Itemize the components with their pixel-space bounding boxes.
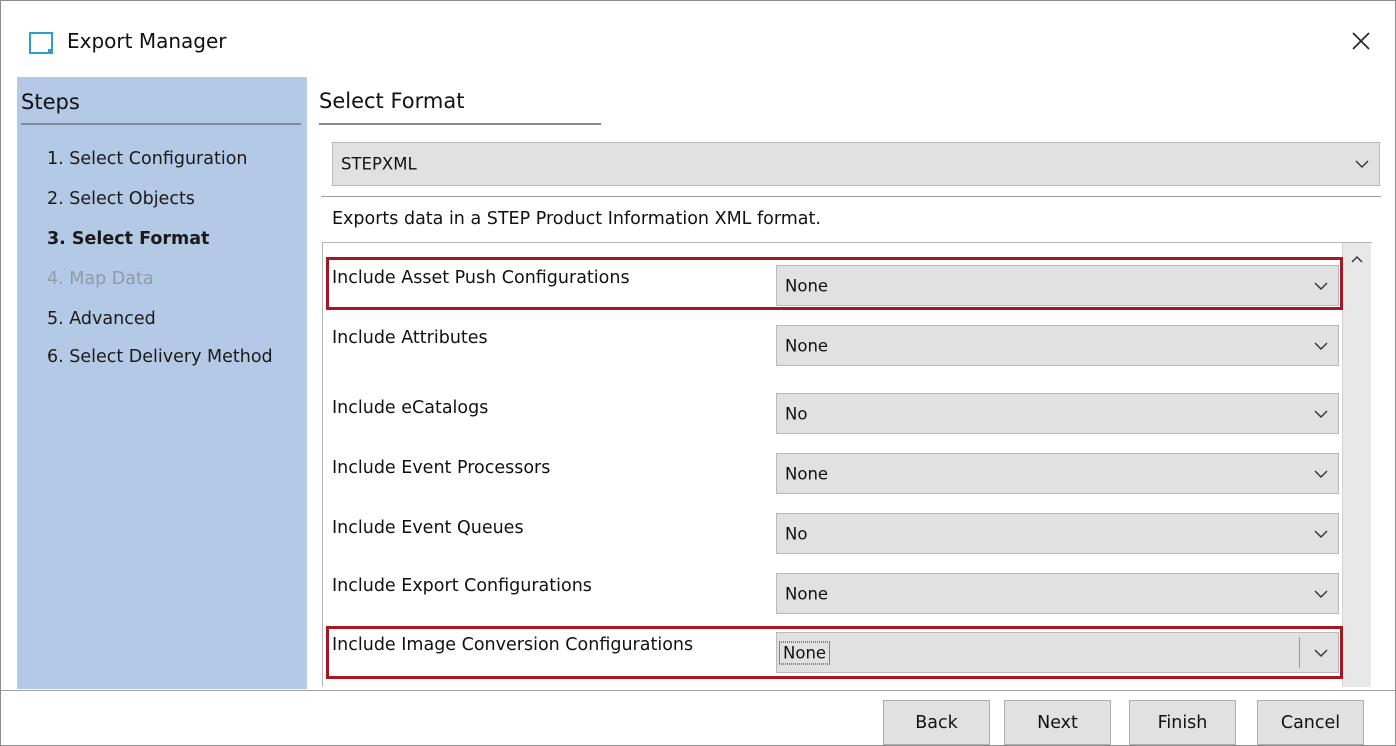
attributes-select[interactable]: None [776, 325, 1339, 366]
window-title: Export Manager [67, 29, 227, 53]
option-label-ecatalogs: Include eCatalogs [332, 398, 489, 418]
footer-divider [1, 690, 1395, 691]
step-map-data: 4. Map Data [47, 269, 154, 289]
step-select-format[interactable]: 3. Select Format [47, 229, 209, 249]
option-label-event-queues: Include Event Queues [332, 518, 524, 538]
attributes-select-value: None [785, 336, 829, 355]
event-queues-select[interactable]: No [776, 513, 1339, 554]
chevron-down-icon [1314, 470, 1328, 478]
options-scrollbar[interactable] [1342, 243, 1371, 687]
select-divider [1299, 637, 1300, 668]
steps-heading: Steps [21, 90, 80, 114]
option-label-event-processors: Include Event Processors [332, 458, 551, 478]
format-description: Exports data in a STEP Product Informati… [332, 209, 821, 229]
option-label-export-configurations: Include Export Configurations [332, 576, 592, 596]
event-queues-select-value: No [785, 524, 808, 543]
option-label-attributes: Include Attributes [332, 328, 488, 348]
image-conversion-select[interactable]: None [776, 632, 1339, 673]
chevron-up-icon[interactable] [1351, 255, 1363, 263]
page-title: Select Format [319, 89, 465, 113]
export-manager-window: Export Manager Steps 1. Select Configura… [0, 0, 1396, 746]
step-advanced[interactable]: 5. Advanced [47, 309, 156, 329]
chevron-down-icon [1314, 342, 1328, 350]
format-separator [321, 196, 1381, 197]
format-select[interactable]: STEPXML [332, 142, 1380, 186]
export-configurations-select[interactable]: None [776, 573, 1339, 614]
event-processors-select-value: None [785, 464, 829, 483]
step-select-delivery-method[interactable]: 6. Select Delivery Method [47, 347, 273, 367]
event-processors-select[interactable]: None [776, 453, 1339, 494]
step-select-configuration[interactable]: 1. Select Configuration [47, 149, 248, 169]
step-select-objects[interactable]: 2. Select Objects [47, 189, 195, 209]
asset-push-select[interactable]: None [776, 265, 1339, 306]
option-label-image-conversion: Include Image Conversion Configurations [332, 635, 694, 655]
next-button[interactable]: Next [1004, 700, 1111, 745]
chevron-down-icon [1314, 410, 1328, 418]
chevron-down-icon [1314, 530, 1328, 538]
chevron-down-icon [1314, 590, 1328, 598]
chevron-down-icon [1355, 160, 1369, 168]
chevron-down-icon [1314, 282, 1328, 290]
asset-push-select-value: None [785, 276, 829, 295]
ecatalogs-select[interactable]: No [776, 393, 1339, 434]
cancel-button[interactable]: Cancel [1257, 700, 1364, 745]
export-configurations-select-value: None [785, 584, 829, 603]
close-icon[interactable] [1341, 21, 1381, 61]
steps-heading-divider [21, 123, 301, 125]
image-conversion-select-value: None [778, 641, 831, 664]
finish-button[interactable]: Finish [1129, 700, 1236, 745]
export-manager-icon [29, 32, 53, 54]
ecatalogs-select-value: No [785, 404, 808, 423]
back-button[interactable]: Back [883, 700, 990, 745]
title-bar: Export Manager [1, 1, 1395, 77]
chevron-down-icon [1314, 649, 1328, 657]
option-label-asset-push: Include Asset Push Configurations [332, 268, 630, 288]
page-title-divider [319, 123, 601, 125]
format-select-value: STEPXML [341, 154, 417, 174]
